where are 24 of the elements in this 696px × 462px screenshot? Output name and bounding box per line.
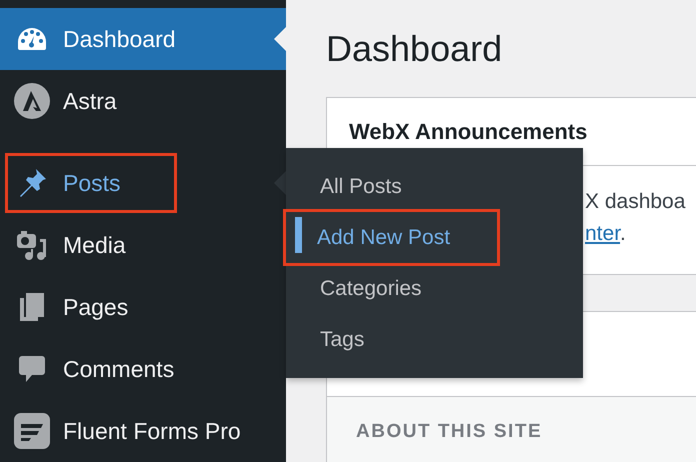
submenu-item[interactable]: All Posts [286,161,503,212]
forms-icon [14,413,50,449]
submenu-item[interactable]: Add New Post [283,209,500,266]
media-icon [16,229,48,261]
pages-icon [18,291,46,323]
menu-item[interactable]: Media [0,214,286,276]
menu-item[interactable]: Astra [0,70,286,132]
gauge-icon [16,27,46,51]
menu-item[interactable]: Pages [0,276,286,338]
current-pointer-icon [274,27,286,51]
comment-icon [18,354,46,384]
submenu-item[interactable]: Categories [286,263,503,314]
selection-bar [295,217,302,253]
card-title: WebX Announcements [349,118,588,144]
link[interactable]: nter [585,222,620,245]
announcement-text: nter. [585,221,627,247]
menu-item[interactable]: Comments [0,338,286,400]
page-title: Dashboard [326,28,504,71]
astra-logo-icon [14,83,50,119]
submenu-item[interactable]: Tags [286,314,503,365]
section-heading: ABOUT THIS SITE [356,421,542,442]
menu-item[interactable]: Dashboard [0,8,286,70]
announcement-text: X dashboa [585,189,686,215]
menu-item[interactable]: Fluent Forms Pro [0,400,286,462]
